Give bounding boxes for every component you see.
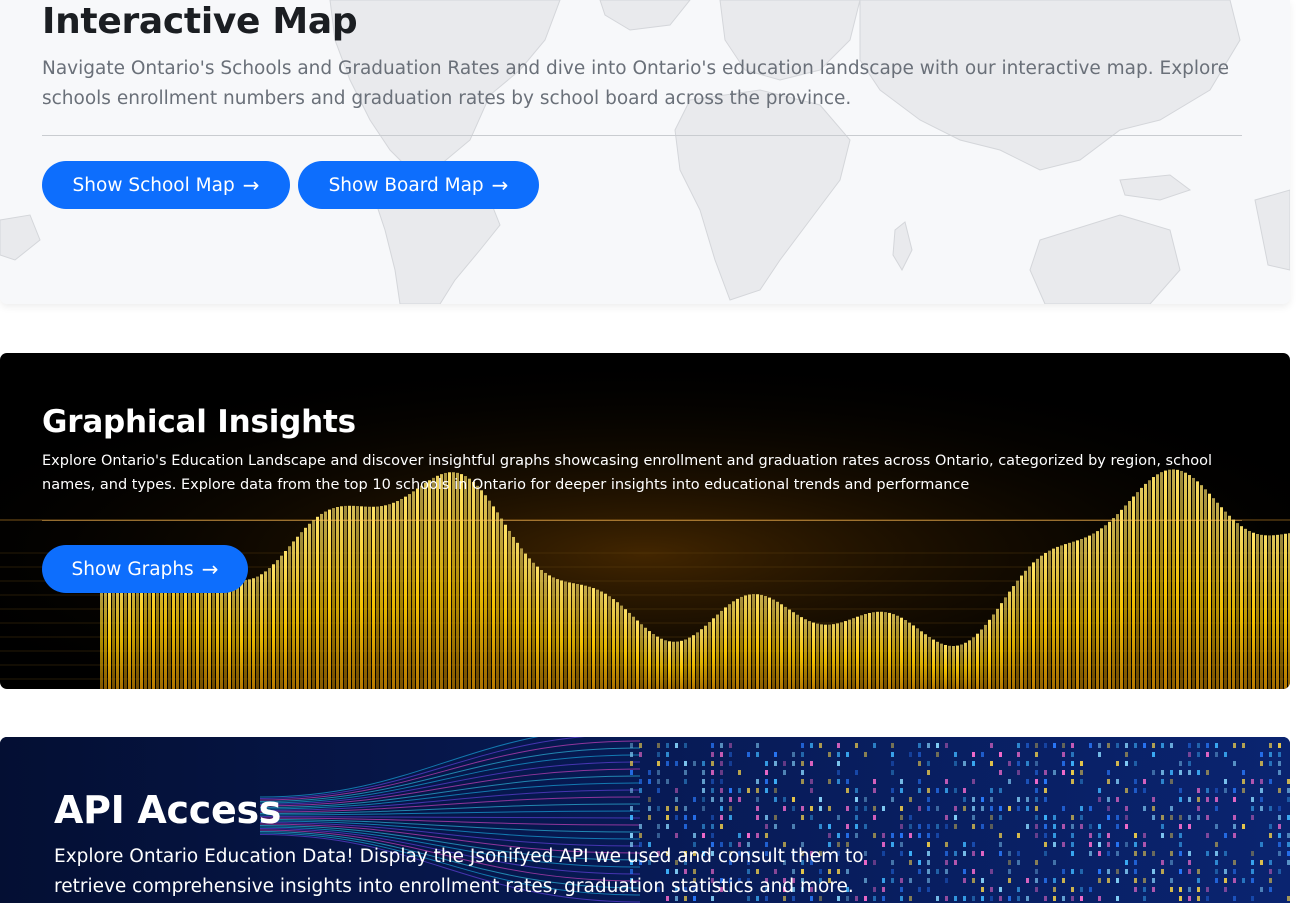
graphical-insights-section: Graphical Insights Explore Ontario's Edu… xyxy=(0,353,1290,689)
interactive-map-section: Interactive Map Navigate Ontario's Schoo… xyxy=(0,0,1290,304)
show-board-map-button[interactable]: Show Board Map → xyxy=(298,161,539,209)
graph-section-title: Graphical Insights xyxy=(42,404,356,440)
map-section-title: Interactive Map xyxy=(42,1,358,42)
graph-section-description: Explore Ontario's Education Landscape an… xyxy=(42,453,1213,493)
map-section-description: Navigate Ontario's Schools and Graduatio… xyxy=(42,58,1229,109)
map-section-divider xyxy=(42,135,1242,136)
api-access-section: API Access Explore Ontario Education Dat… xyxy=(0,737,1290,903)
graph-section-divider xyxy=(42,520,1242,521)
arrow-right-icon: → xyxy=(242,173,260,197)
world-map-background xyxy=(0,0,1290,304)
api-section-description: Explore Ontario Education Data! Display … xyxy=(54,846,864,897)
arrow-right-icon: → xyxy=(201,557,219,581)
arrow-right-icon: → xyxy=(491,173,509,197)
show-graphs-button[interactable]: Show Graphs → xyxy=(42,545,248,593)
show-board-map-label: Show Board Map xyxy=(328,174,484,196)
show-graphs-label: Show Graphs xyxy=(71,558,194,580)
show-school-map-button[interactable]: Show School Map → xyxy=(42,161,290,209)
show-school-map-label: Show School Map xyxy=(72,174,235,196)
api-section-title: API Access xyxy=(54,788,282,832)
